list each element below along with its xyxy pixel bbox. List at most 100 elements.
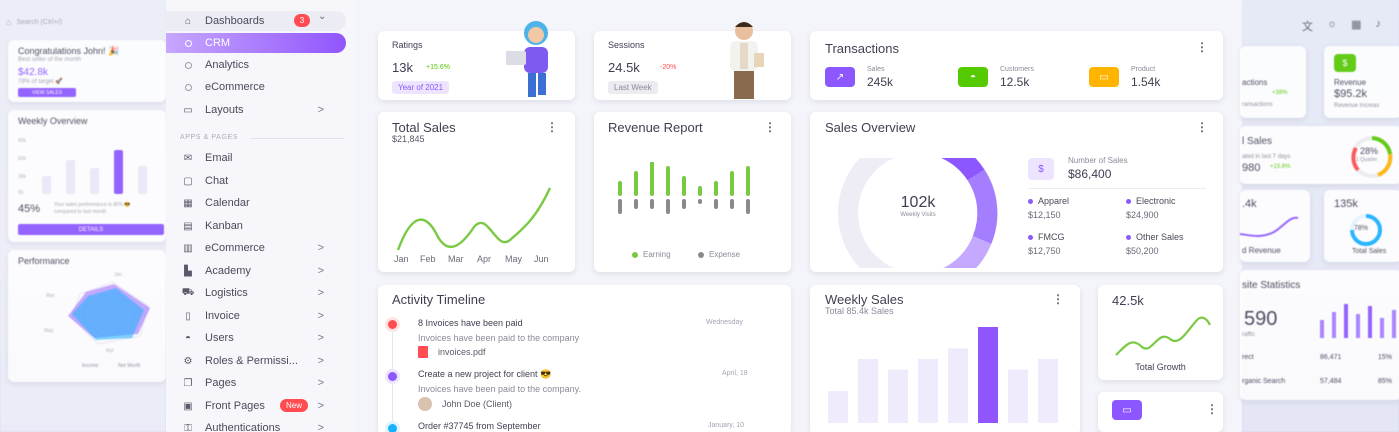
new-badge: New: [280, 399, 309, 412]
bar: [42, 176, 51, 194]
month-label: Jun: [534, 254, 549, 264]
chevron-right-icon: >: [317, 400, 324, 412]
sidebar-item-analytics[interactable]: Analytics: [166, 55, 346, 75]
right-ring-sub: 1 Quarter: [1356, 157, 1378, 163]
bar-expense: [682, 199, 686, 209]
more-menu-icon[interactable]: ⋮: [1196, 40, 1208, 54]
right-site-row-pct: 85%: [1378, 378, 1393, 385]
legend-label: Earning: [643, 250, 671, 259]
sidebar-item-front-pages[interactable]: ▣ Front Pages New >: [166, 396, 346, 416]
donut-slice: [941, 158, 985, 181]
congrats-title: Congratulations John! 🎉: [18, 46, 120, 56]
sidebar-item-layouts[interactable]: ▭ Layouts >: [166, 100, 346, 120]
sidebar-item-dashboards[interactable]: ⌂ Dashboards 3 ⌄: [166, 11, 346, 31]
revenue-report-title: Revenue Report: [608, 120, 703, 135]
bar: [90, 168, 99, 194]
transaction-value: 12.5k: [1000, 75, 1030, 89]
apps-grid-icon[interactable]: ▦: [1351, 18, 1361, 34]
search-bar[interactable]: ⌂ Search (Ctrl+/): [6, 14, 156, 30]
right-transactions-sub: ransactions: [1242, 102, 1273, 108]
more-menu-icon[interactable]: ⋮: [764, 120, 776, 134]
sidebar-item-label: Users: [205, 332, 234, 344]
chevron-right-icon: >: [317, 265, 324, 277]
theme-icon[interactable]: ☼: [1327, 18, 1337, 34]
gear-icon: ⚙: [183, 355, 193, 367]
top-icons: 文 ☼ ▦ ♪: [1302, 18, 1381, 34]
sidebar-item-ecommerce-app[interactable]: ▥ eCommerce >: [166, 238, 346, 258]
translate-icon[interactable]: 文: [1302, 18, 1313, 34]
right-ring-value: 28%: [1360, 146, 1379, 156]
sales-item-electronic: Electronic $24,900: [1126, 196, 1176, 220]
activity-timeline-card: Activity Timeline 8 Invoices have been p…: [378, 285, 791, 432]
bar-expense: [634, 199, 638, 209]
sidebar-item-kanban[interactable]: ▤ Kanban: [166, 216, 346, 236]
sidebar-item-pages[interactable]: ❐ Pages >: [166, 373, 346, 393]
chevron-right-icon: >: [317, 287, 324, 299]
sidebar-item-users[interactable]: ◓ Users >: [166, 328, 346, 348]
transaction-item-product: ▭ Product 1.54k: [1089, 66, 1199, 91]
sidebar-item-label: Email: [205, 152, 233, 164]
sidebar-item-label: Roles & Permissi...: [205, 355, 298, 367]
transaction-value: 1.54k: [1131, 75, 1161, 89]
more-menu-icon[interactable]: ⋮: [1196, 120, 1208, 134]
more-menu-icon[interactable]: ⋮: [1206, 402, 1218, 416]
timeline-item-desc: Invoices have been paid to the company.: [418, 384, 581, 394]
legend-label: Expense: [709, 250, 741, 259]
ratings-tag: Year of 2021: [392, 81, 450, 94]
sidebar-item-roles[interactable]: ⚙ Roles & Permissi... >: [166, 351, 346, 371]
sales-item-other: Other Sales $50,200: [1126, 232, 1184, 256]
bar-expense: [746, 199, 750, 214]
activity-timeline-title: Activity Timeline: [392, 292, 486, 307]
sidebar-item-logistics[interactable]: ⛟ Logistics >: [166, 283, 346, 303]
chevron-right-icon: >: [317, 332, 324, 344]
ratings-card: Ratings 13k +15.6% Year of 2021: [378, 21, 575, 100]
congrats-amount: $42.8k: [18, 67, 49, 78]
right-sales-card: l Sales ated in last 7 days 980 +15.6% 2…: [1240, 126, 1399, 184]
search-icon: ⌂: [6, 17, 12, 27]
radar-label: Mar: [46, 293, 55, 299]
legend-dot: [1126, 199, 1131, 204]
transactions-card: Transactions ⋮ ↗ Sales 245k ◓ Customers …: [810, 31, 1223, 100]
more-menu-icon[interactable]: ⋮: [1052, 292, 1064, 306]
sidebar-item-crm[interactable]: CRM: [166, 33, 346, 53]
sidebar-item-email[interactable]: ✉ Email: [166, 148, 346, 168]
legend-dot: [1028, 199, 1033, 204]
details-button[interactable]: DETAILS: [18, 224, 164, 235]
sales-item-name: FMCG: [1028, 232, 1065, 242]
timeline-dot: [388, 320, 397, 329]
sessions-card: Sessions 24.5k -20% Last Week: [594, 22, 791, 100]
bar-expense: [650, 199, 654, 209]
timeline-dot: [388, 424, 397, 432]
right-revenue-sub: Revenue Increas: [1334, 103, 1380, 109]
search-placeholder: Search (Ctrl+/): [16, 18, 63, 26]
sales-item-name: Other Sales: [1126, 232, 1184, 242]
transaction-label: Sales: [867, 66, 885, 73]
bar: [858, 359, 878, 423]
sidebar-item-academy[interactable]: ▙ Academy >: [166, 261, 346, 281]
sidebar-item-ecommerce[interactable]: eCommerce: [166, 77, 346, 97]
bell-icon[interactable]: ♪: [1376, 18, 1382, 34]
donut-center-label: Weekly Visits: [900, 212, 936, 218]
right-site-row-pct: 15%: [1378, 354, 1393, 361]
donut-center-value: 102k: [900, 194, 936, 211]
currency-icon: $: [1028, 158, 1054, 180]
weekly-sales-card: Weekly Sales Total 85.4k Sales ⋮: [810, 285, 1080, 432]
timeline-attachment[interactable]: John Doe (Client): [442, 399, 512, 409]
sidebar-item-authentications[interactable]: ⚿ Authentications >: [166, 418, 346, 432]
timeline-attachment[interactable]: invoices.pdf: [438, 347, 486, 357]
legend-dot: [698, 251, 704, 258]
front-pages-icon: ▣: [183, 400, 193, 412]
bar: [948, 348, 968, 423]
weekly-percent: 45%: [18, 203, 41, 215]
sidebar-item-calendar[interactable]: ▦ Calendar: [166, 193, 346, 213]
y-tick: 90k: [18, 138, 27, 144]
view-sales-button[interactable]: VIEW SALES: [18, 88, 76, 97]
circle-icon: [180, 36, 196, 50]
more-menu-icon[interactable]: ⋮: [546, 120, 558, 134]
sales-item-value: $50,200: [1126, 246, 1159, 256]
sidebar-item-chat[interactable]: ▢ Chat: [166, 171, 346, 191]
sidebar-item-invoice[interactable]: ▯ Invoice >: [166, 306, 346, 326]
sidebar-item-label: Layouts: [205, 104, 244, 116]
sales-item-name-text: FMCG: [1038, 232, 1065, 242]
sidebar-item-label: Invoice: [205, 310, 240, 322]
